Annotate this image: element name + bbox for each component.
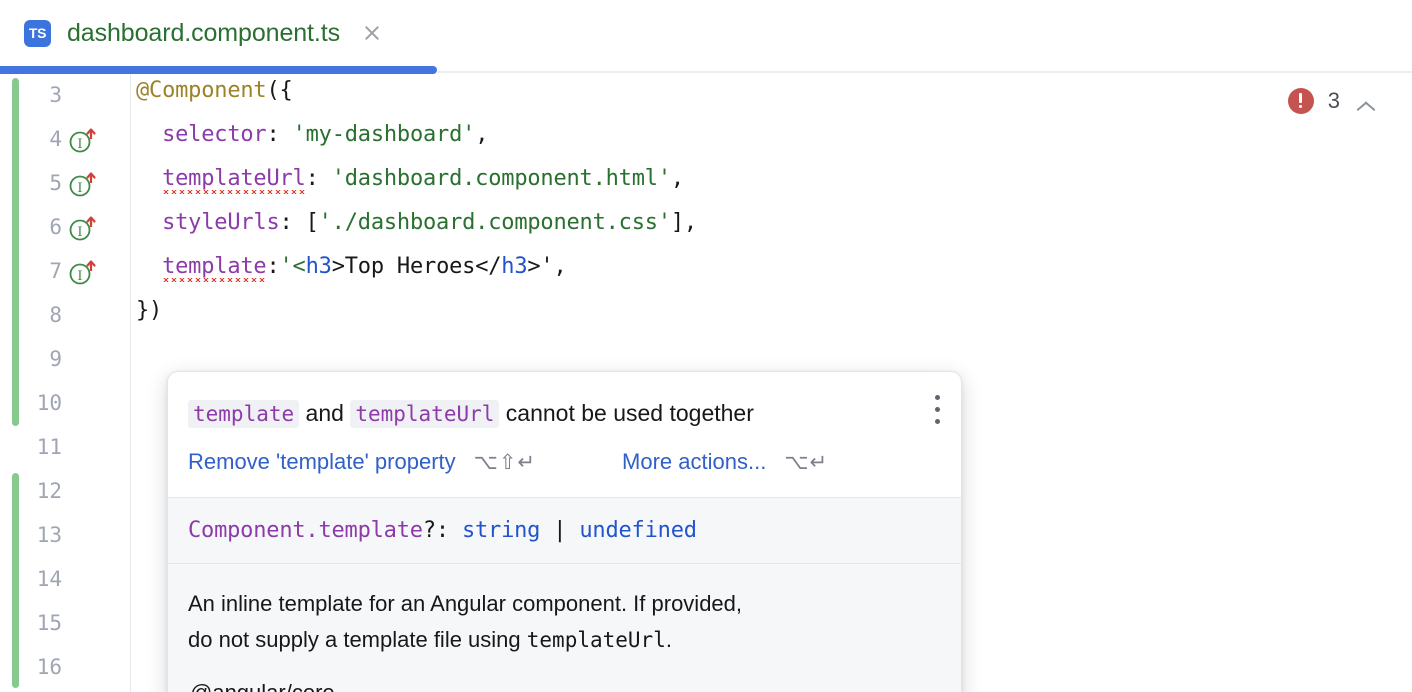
line-number: 10 <box>0 391 62 415</box>
message-connector: and <box>299 400 350 426</box>
punctuation-token: : <box>306 166 332 191</box>
editor-tab-dashboard-component-ts[interactable]: TS dashboard.component.ts <box>0 0 384 66</box>
code-line: 5 I templateUrl: 'dashboard.component.ht… <box>0 162 1412 206</box>
more-actions-action[interactable]: More actions... <box>622 449 766 475</box>
tooltip-footer: @angular/core <box>168 662 961 692</box>
remove-template-shortcut: ⌥⇧↵ <box>474 450 536 474</box>
signature-type-string: string <box>462 518 540 543</box>
property-token-error: template <box>162 254 266 282</box>
punctuation-token: : <box>266 254 279 279</box>
editor-tab-bar: TS dashboard.component.ts <box>0 0 1412 66</box>
punctuation-token: >', <box>527 254 566 279</box>
code-text: styleUrls: ['./dashboard.component.css']… <box>136 210 697 235</box>
punctuation-token: }) <box>136 298 162 323</box>
code-text: templateUrl: 'dashboard.component.html', <box>136 166 684 191</box>
svg-text:I: I <box>77 225 82 240</box>
line-number: 9 <box>0 347 62 371</box>
description-line-1: An inline template for an Angular compon… <box>188 586 941 622</box>
remove-template-property-action[interactable]: Remove 'template' property <box>188 449 456 475</box>
line-number: 15 <box>0 611 62 635</box>
punctuation-token: ], <box>671 210 697 235</box>
code-line: 4 I selector: 'my-dashboard', <box>0 118 1412 162</box>
property-token-error: templateUrl <box>162 166 306 194</box>
punctuation-token: > <box>332 254 345 279</box>
punctuation-token: : [ <box>280 210 319 235</box>
line-number: 5 <box>0 171 62 195</box>
implementing-member-icon[interactable]: I <box>68 170 98 198</box>
inspection-tooltip[interactable]: template and templateUrl cannot be used … <box>167 371 962 692</box>
more-actions-shortcut: ⌥↵ <box>784 450 828 474</box>
html-tag-token: h3 <box>306 254 332 279</box>
punctuation-token: , <box>475 122 488 147</box>
implementing-member-icon[interactable]: I <box>68 258 98 286</box>
html-tag-token: h3 <box>501 254 527 279</box>
code-text: @Component({ <box>136 78 293 103</box>
signature-union-separator: | <box>540 518 579 543</box>
tab-bar-divider <box>437 71 1412 73</box>
string-token: 'dashboard.component.html' <box>332 166 671 191</box>
line-number: 11 <box>0 435 62 459</box>
typescript-file-icon: TS <box>24 20 51 47</box>
code-line: 8 }) <box>0 294 1412 338</box>
svg-text:I: I <box>77 181 82 196</box>
string-token: 'my-dashboard' <box>293 122 476 147</box>
signature-name: Component.template <box>188 518 423 543</box>
line-number: 14 <box>0 567 62 591</box>
line-number: 6 <box>0 215 62 239</box>
punctuation-token: , <box>671 166 684 191</box>
more-options-icon[interactable] <box>935 395 941 431</box>
code-text: }) <box>136 298 162 323</box>
inline-code-template-url: templateUrl <box>527 628 666 652</box>
html-text-token: Top Heroes <box>345 254 475 279</box>
close-icon[interactable] <box>360 21 384 45</box>
implementing-member-icon[interactable]: I <box>68 126 98 154</box>
inline-code-template: template <box>188 400 299 428</box>
code-text: selector: 'my-dashboard', <box>136 122 488 147</box>
code-line: 7 I template:'<h3>Top Heroes</h3>', <box>0 250 1412 294</box>
code-line: 3 @Component({ <box>0 74 1412 118</box>
string-token: './dashboard.component.css' <box>319 210 671 235</box>
tooltip-header: template and templateUrl cannot be used … <box>168 372 961 429</box>
source-package-label: @angular/core <box>190 680 335 692</box>
description-line-2: do not supply a template file using temp… <box>188 622 941 658</box>
line-number: 4 <box>0 127 62 151</box>
line-number: 7 <box>0 259 62 283</box>
tooltip-actions: Remove 'template' property ⌥⇧↵ More acti… <box>168 429 961 497</box>
inline-code-template-url: templateUrl <box>350 400 499 428</box>
ide-editor-window: TS dashboard.component.ts 3 3 @Component… <box>0 0 1412 692</box>
decorator-token: @Component <box>136 78 266 103</box>
editor-tab-title: dashboard.component.ts <box>67 19 340 48</box>
code-editor[interactable]: 3 3 @Component({ 4 I selector: 'my-dashb… <box>0 74 1412 692</box>
signature-type-undefined: undefined <box>579 518 696 543</box>
punctuation-token: </ <box>475 254 501 279</box>
string-token: '< <box>280 254 306 279</box>
description-text: do not supply a template file using <box>188 627 527 652</box>
tooltip-message: template and templateUrl cannot be used … <box>188 398 905 429</box>
active-tab-indicator <box>0 66 437 74</box>
signature-optional: ?: <box>423 518 462 543</box>
tooltip-signature: Component.template?: string | undefined <box>168 497 961 563</box>
code-text: template:'<h3>Top Heroes</h3>', <box>136 254 567 279</box>
line-number: 8 <box>0 303 62 327</box>
svg-text:I: I <box>77 137 82 152</box>
line-number: 13 <box>0 523 62 547</box>
line-number: 3 <box>0 83 62 107</box>
property-token: styleUrls <box>162 210 279 235</box>
implementing-member-icon[interactable]: I <box>68 214 98 242</box>
code-line: 6 I styleUrls: ['./dashboard.component.c… <box>0 206 1412 250</box>
line-number: 16 <box>0 655 62 679</box>
svg-text:I: I <box>77 269 82 284</box>
description-period: . <box>666 627 672 652</box>
tooltip-description: An inline template for an Angular compon… <box>168 563 961 662</box>
property-token: selector <box>162 122 266 147</box>
punctuation-token: ({ <box>266 78 292 103</box>
punctuation-token: : <box>266 122 292 147</box>
line-number: 12 <box>0 479 62 503</box>
message-tail: cannot be used together <box>499 400 753 426</box>
